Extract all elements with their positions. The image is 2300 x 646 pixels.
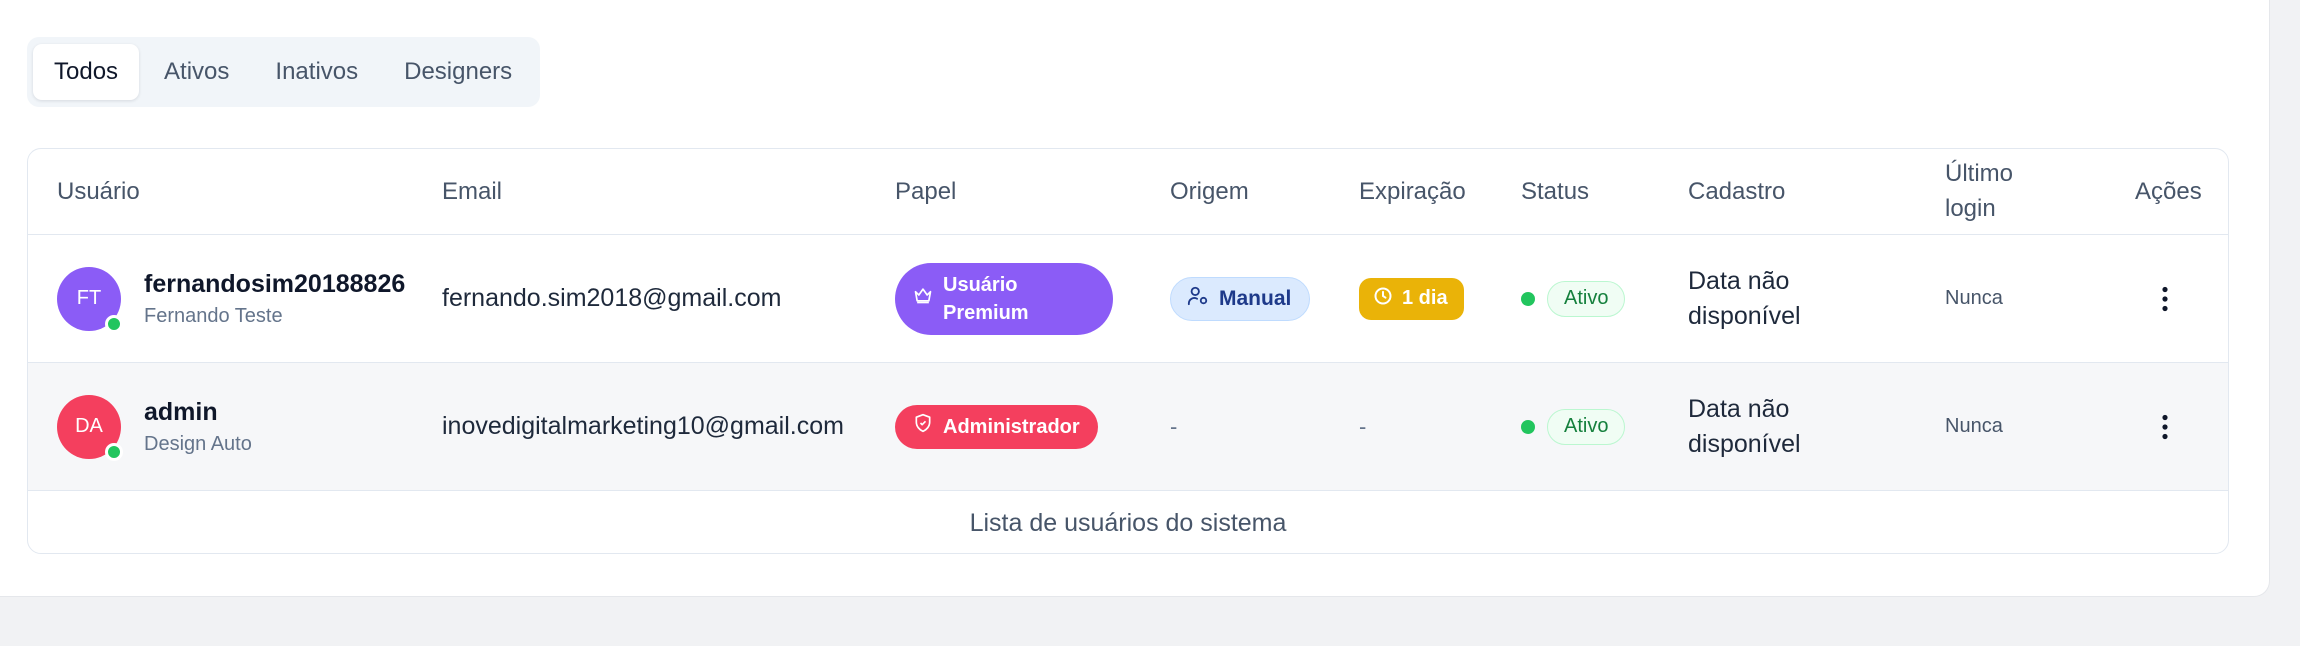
- more-actions-button[interactable]: [2145, 407, 2185, 447]
- username: fernandosim20188826: [144, 269, 406, 298]
- filter-tabs: Todos Ativos Inativos Designers: [27, 37, 540, 107]
- header-acoes: Ações: [2135, 177, 2202, 205]
- origin-label: Manual: [1219, 286, 1292, 310]
- avatar-initials: DA: [75, 415, 103, 437]
- table-caption: Lista de usuários do sistema: [969, 508, 1287, 537]
- avatar: DA: [57, 394, 123, 461]
- users-panel: Todos Ativos Inativos Designers Usuário …: [0, 0, 2270, 597]
- table-row: FT fernandosim20188826 Fernando Teste fe…: [28, 235, 2228, 363]
- expiration-badge: 1 dia: [1359, 277, 1464, 320]
- header-email[interactable]: Email: [442, 149, 502, 235]
- users-table: Usuário Email Papel Origem Expiração Sta…: [27, 148, 2229, 554]
- status-badge: Ativo: [1547, 280, 1626, 317]
- user-cog-icon: [1187, 285, 1219, 313]
- header-cadastro[interactable]: Cadastro: [1688, 149, 1785, 235]
- header-usuario[interactable]: Usuário: [57, 149, 140, 235]
- online-indicator: [105, 314, 123, 333]
- email: inovedigitalmarketing10@gmail.com: [442, 412, 844, 440]
- tab-todos[interactable]: Todos: [33, 44, 140, 100]
- header-status[interactable]: Status: [1521, 149, 1589, 235]
- expiration-empty: -: [1359, 413, 1367, 439]
- email: fernando.sim2018@gmail.com: [442, 284, 782, 312]
- last-login: Nunca: [1945, 415, 2003, 437]
- online-indicator: [105, 442, 123, 461]
- header-papel[interactable]: Papel: [895, 149, 956, 235]
- kebab-menu-icon: [2162, 414, 2168, 439]
- crown-icon: [913, 285, 943, 313]
- header-expiracao[interactable]: Expiração: [1359, 149, 1466, 235]
- table-header: Usuário Email Papel Origem Expiração Sta…: [28, 149, 2228, 235]
- role-label: Administrador: [943, 415, 1080, 438]
- username: admin: [144, 397, 218, 426]
- status-dot: [1521, 419, 1535, 434]
- avatar: FT: [57, 266, 123, 333]
- user-cell: FT fernandosim20188826 Fernando Teste: [57, 235, 405, 362]
- status-dot: [1521, 291, 1535, 306]
- expiration-label: 1 dia: [1402, 287, 1448, 309]
- role-badge: Usuário Premium: [895, 262, 1113, 335]
- role-badge: Administrador: [895, 404, 1098, 449]
- cadastro-date: Data não disponível: [1688, 394, 1801, 458]
- last-login: Nunca: [1945, 287, 2003, 309]
- origin-badge: Manual: [1170, 276, 1311, 321]
- header-ultimo-login[interactable]: Último login: [1945, 149, 2045, 235]
- tab-inativos[interactable]: Inativos: [254, 44, 379, 100]
- full-name: Design Auto: [144, 432, 252, 455]
- shield-icon: [913, 413, 943, 441]
- avatar-initials: FT: [76, 287, 102, 309]
- more-actions-button[interactable]: [2145, 279, 2185, 319]
- cadastro-date: Data não disponível: [1688, 266, 1801, 330]
- user-cell: DA admin Design Auto: [57, 363, 252, 490]
- status-badge: Ativo: [1547, 408, 1626, 445]
- role-label: Usuário Premium: [943, 273, 1029, 324]
- full-name: Fernando Teste: [144, 304, 283, 327]
- kebab-menu-icon: [2162, 286, 2168, 311]
- table-row: DA admin Design Auto inovedigitalmarketi…: [28, 363, 2228, 491]
- clock-icon: [1373, 286, 1402, 312]
- tab-designers[interactable]: Designers: [383, 44, 533, 100]
- header-origem[interactable]: Origem: [1170, 149, 1249, 235]
- origin-empty: -: [1170, 413, 1178, 439]
- tab-ativos[interactable]: Ativos: [143, 44, 250, 100]
